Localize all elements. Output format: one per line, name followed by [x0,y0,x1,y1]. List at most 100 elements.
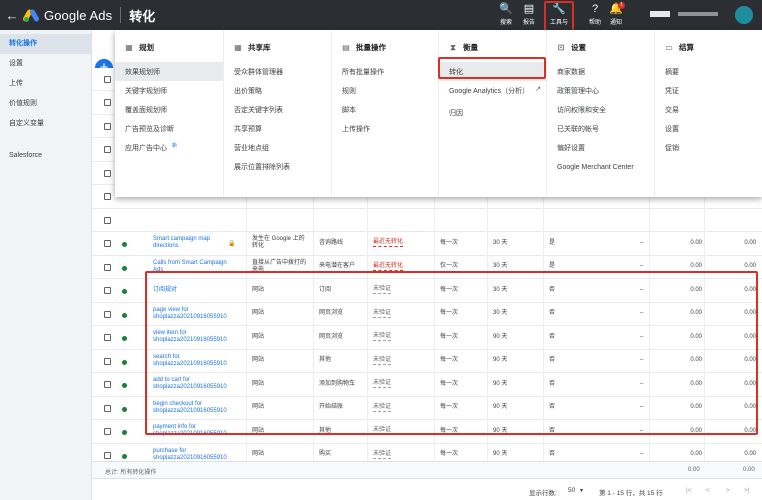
menu-item[interactable]: Google Merchant Center [547,157,654,179]
menu-item[interactable]: 出价策略 [224,81,331,100]
status-dot [122,453,127,459]
nav-item-value-rules[interactable]: 价值规则 [0,94,91,114]
dash-value: – [640,263,644,270]
row-checkbox[interactable] [104,216,111,224]
tracking-status[interactable]: 最近无转化 [373,239,404,248]
menu-column-planning: ▦ 规划 效果规划师 关键字规划师 覆盖面规划师 广告预览及诊断 应用广告中心新 [115,30,223,197]
menu-item[interactable]: 摘要 [655,62,762,81]
value-1: 0.00 [690,451,702,458]
chevron-down-icon[interactable]: ▾ [580,487,583,494]
menu-item[interactable]: 访问权限和安全 [547,100,654,119]
conversion-name-link[interactable]: Smart campaign map directions [153,236,233,250]
table-total-row: 总计: 所有转化操作 0.00 0.00 [92,461,762,478]
page-title: 转化 [129,8,156,24]
value-1: 0.00 [690,263,702,270]
menu-item[interactable]: 受众群体管理器 [224,62,331,81]
row-checkbox[interactable] [104,146,111,153]
nav-item-uploads[interactable]: 上传 [0,74,91,94]
conversion-name-link[interactable]: purchase for shoplazza20210916055910 [153,448,233,462]
account-info[interactable] [650,11,722,17]
report-icon: ▤ [523,3,535,15]
dash-value: – [640,239,644,246]
menu-item[interactable]: 营业地点组 [224,138,331,157]
row-checkbox[interactable] [104,404,111,412]
nav-item-salesforce[interactable]: Salesforce [0,146,91,166]
count-setting: 每一次 [440,451,459,458]
menu-item[interactable]: 关键字规划师 [115,81,223,100]
first-page-icon[interactable]: |< [686,487,691,494]
row-checkbox[interactable] [104,428,111,435]
menu-item[interactable]: 偏好设置 [547,138,654,157]
menu-item-label: 设置 [665,125,679,133]
menu-item[interactable]: 覆盖面规划师 [115,100,223,119]
menu-item[interactable]: 应用广告中心新 [115,138,223,157]
value-2: 0.00 [744,263,756,270]
rows-per-page-select[interactable]: 50 [568,487,575,494]
menu-item[interactable]: 商家数据 [547,62,654,81]
menu-item[interactable]: 规则 [332,81,438,100]
report-tool-button[interactable]: ▤ 报告 [516,3,542,26]
row-checkbox[interactable] [104,169,111,177]
table-row[interactable]: Smart campaign map directions 🔒 发生在 Google… [92,232,762,256]
menu-item[interactable]: 交易 [655,100,762,119]
new-badge: 新 [172,142,178,149]
menu-item-label: 规则 [342,87,356,95]
row-checkbox[interactable] [104,310,111,318]
menu-heading-label: 衡量 [463,43,478,52]
row-checkbox[interactable] [104,381,111,388]
menu-item-label: 所有批量操作 [342,68,384,76]
next-page-icon[interactable]: > [726,487,730,494]
tracking-status[interactable]: 最近无转化 [373,263,404,271]
menu-item[interactable]: 广告预览及诊断 [115,119,223,138]
menu-item-label: 受众群体管理器 [234,68,283,76]
nav-item-custom-variables[interactable]: 自定义变量 [0,114,91,134]
menu-item[interactable]: 所有批量操作 [332,62,438,81]
row-checkbox[interactable] [104,122,111,130]
row-checkbox[interactable] [104,99,111,106]
row-checkbox[interactable] [104,263,111,271]
row-checkbox[interactable] [104,75,111,83]
lock-icon: 🔒 [228,241,236,247]
menu-item[interactable]: 促销 [655,138,762,157]
nav-item-settings[interactable]: 设置 [0,54,91,74]
menu-item[interactable]: 上传操作 [332,119,438,138]
row-checkbox[interactable] [104,240,111,247]
status-dot [122,242,127,247]
nav-item-conversion-actions[interactable]: 转化操作 [0,34,91,54]
menu-item[interactable]: 展示位置排除列表 [224,157,331,176]
menu-item-label: 交易 [665,106,679,114]
row-checkbox[interactable] [104,193,111,200]
brand-name: Google Ads [44,7,113,23]
conversion-source: 网站 [252,451,265,458]
menu-item[interactable]: 凭证 [655,81,762,100]
menu-item[interactable]: 政策管理中心 [547,81,654,100]
avatar[interactable] [735,6,753,24]
table-row[interactable] [92,208,762,232]
menu-heading-label: 规划 [139,43,154,52]
row-checkbox[interactable] [104,357,111,365]
menu-item[interactable]: 设置 [655,119,762,138]
conversion-category: 来电潜在客户 [319,263,356,270]
menu-item[interactable]: 已关联的帐号 [547,119,654,138]
row-checkbox[interactable] [104,334,111,341]
menu-item-label: Google Analytics（分析） [449,88,530,95]
row-checkbox[interactable] [104,451,111,459]
menu-item[interactable]: Google Analytics（分析） ↗ [439,81,546,103]
menu-item[interactable]: 归因 [439,103,546,122]
back-arrow-icon[interactable]: ← [0,8,24,23]
last-page-icon[interactable]: >| [744,487,749,494]
include-in-conversions: 是 [549,239,556,246]
prev-page-icon[interactable]: < [706,487,710,494]
menu-item-label: 政策管理中心 [557,87,599,95]
tracking-status[interactable]: 未验证 [373,451,392,459]
menu-item-label: 广告预览及诊断 [125,125,174,133]
bulk-icon: ▤ [342,43,350,52]
header-divider [120,7,122,23]
external-link-icon: ↗ [535,86,541,93]
notifications-button[interactable]: 🔔 通知 1 [603,2,629,26]
menu-item[interactable]: 共享预算 [224,119,331,138]
menu-item[interactable]: 否定关键字列表 [224,100,331,119]
menu-item[interactable]: 脚本 [332,100,438,119]
row-checkbox[interactable] [104,287,111,294]
menu-item[interactable]: 效果规划师 [115,62,223,81]
